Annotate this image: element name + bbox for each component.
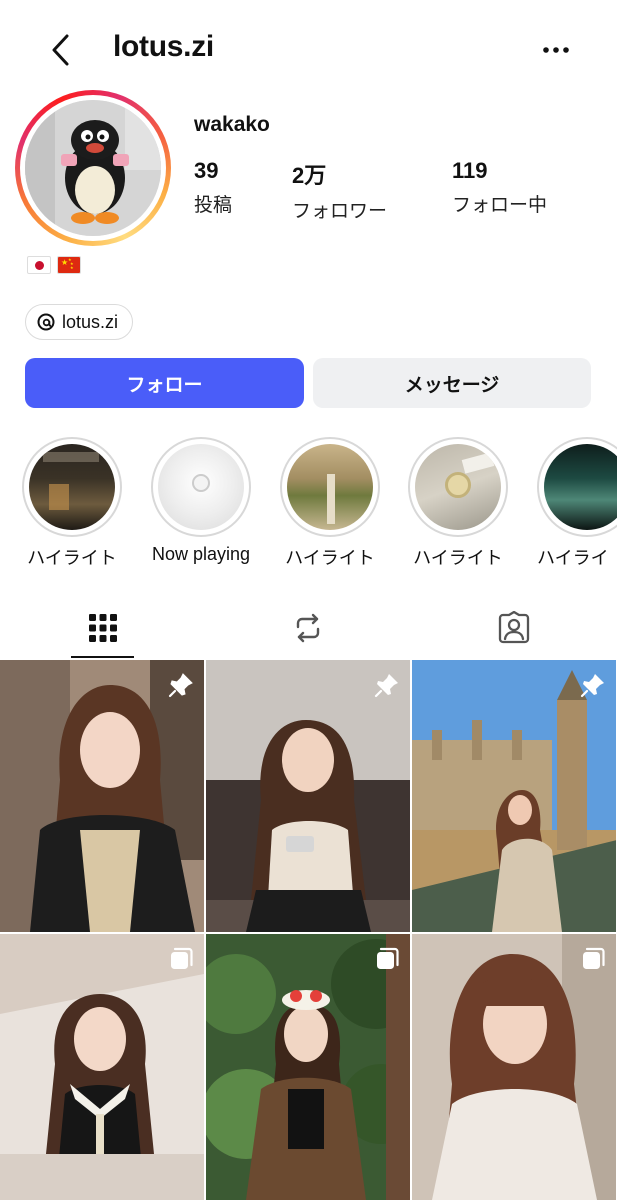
tab-tagged[interactable]	[482, 600, 546, 656]
carousel-icon	[377, 947, 399, 969]
carousel-icon	[583, 947, 605, 969]
followers-label: フォロワー	[292, 201, 388, 222]
threads-handle: lotus.zi	[62, 311, 119, 332]
highlight-label: ハイライ	[537, 548, 609, 568]
carousel-icon	[171, 947, 193, 969]
message-button[interactable]: メッセージ	[313, 358, 591, 408]
pin-icon	[580, 674, 604, 698]
tagged-person-icon	[498, 611, 530, 644]
repost-icon	[296, 613, 320, 643]
threads-icon	[37, 313, 55, 331]
profile-username: lotus.zi	[113, 30, 214, 63]
post-thumbnail[interactable]	[412, 934, 616, 1200]
more-dots-icon	[543, 47, 569, 53]
followers-count: 2万	[292, 163, 327, 188]
highlight-item[interactable]: ハイライト	[408, 437, 508, 570]
highlight-label: ハイライト	[285, 548, 375, 568]
penguin-plush-image	[25, 100, 161, 236]
posts-label: 投稿	[194, 195, 233, 216]
stat-posts[interactable]: 39 投稿	[194, 158, 232, 217]
following-count: 119	[452, 158, 488, 183]
pin-icon	[374, 674, 398, 698]
highlight-cover-image	[544, 444, 617, 530]
back-button[interactable]	[40, 28, 80, 72]
post-image	[412, 934, 616, 1200]
grid-icon	[89, 614, 117, 642]
highlight-label: ハイライト	[413, 548, 503, 568]
highlight-label: ハイライト	[27, 548, 117, 568]
post-thumbnail[interactable]	[0, 934, 204, 1200]
highlight-item[interactable]: ハイライト	[22, 437, 122, 570]
post-image	[0, 660, 204, 932]
avatar-story-ring[interactable]	[15, 90, 171, 246]
highlight-item[interactable]: ハイライト	[280, 437, 380, 570]
china-flag-icon: ★ ★ ★ ★	[57, 256, 81, 274]
tab-posts-grid[interactable]	[71, 600, 135, 656]
active-tab-indicator	[71, 656, 134, 658]
highlight-label: Now playing	[151, 544, 251, 564]
tab-reposts[interactable]	[276, 600, 340, 656]
pin-icon	[168, 673, 193, 698]
highlight-item[interactable]: Now playing	[151, 437, 251, 565]
japan-flag-icon	[27, 256, 51, 274]
post-thumbnail[interactable]	[206, 934, 410, 1200]
avatar	[25, 100, 161, 236]
posts-count: 39	[194, 158, 219, 183]
highlight-cover-image	[29, 444, 115, 530]
following-label: フォロー中	[452, 195, 548, 216]
highlight-item[interactable]: ハイライ	[537, 437, 617, 570]
highlight-cover-image	[415, 444, 501, 530]
display-name: wakako	[194, 113, 270, 136]
highlight-cover-image	[158, 444, 244, 530]
post-image	[206, 660, 410, 932]
post-thumbnail[interactable]	[206, 660, 410, 932]
bio-flags: ★ ★ ★ ★	[27, 256, 81, 274]
threads-link[interactable]: lotus.zi	[25, 304, 134, 340]
post-image	[412, 660, 616, 932]
stat-following[interactable]: 119 フォロー中	[452, 158, 547, 217]
post-thumbnail[interactable]	[412, 660, 616, 932]
post-thumbnail[interactable]	[0, 660, 204, 932]
highlight-cover-image	[287, 444, 373, 530]
stat-followers[interactable]: 2万 フォロワー	[292, 158, 387, 223]
post-image	[206, 934, 410, 1200]
post-image	[0, 934, 204, 1200]
back-arrow-icon	[52, 34, 69, 66]
follow-button[interactable]: フォロー	[25, 358, 304, 408]
more-options-button[interactable]	[536, 30, 576, 70]
